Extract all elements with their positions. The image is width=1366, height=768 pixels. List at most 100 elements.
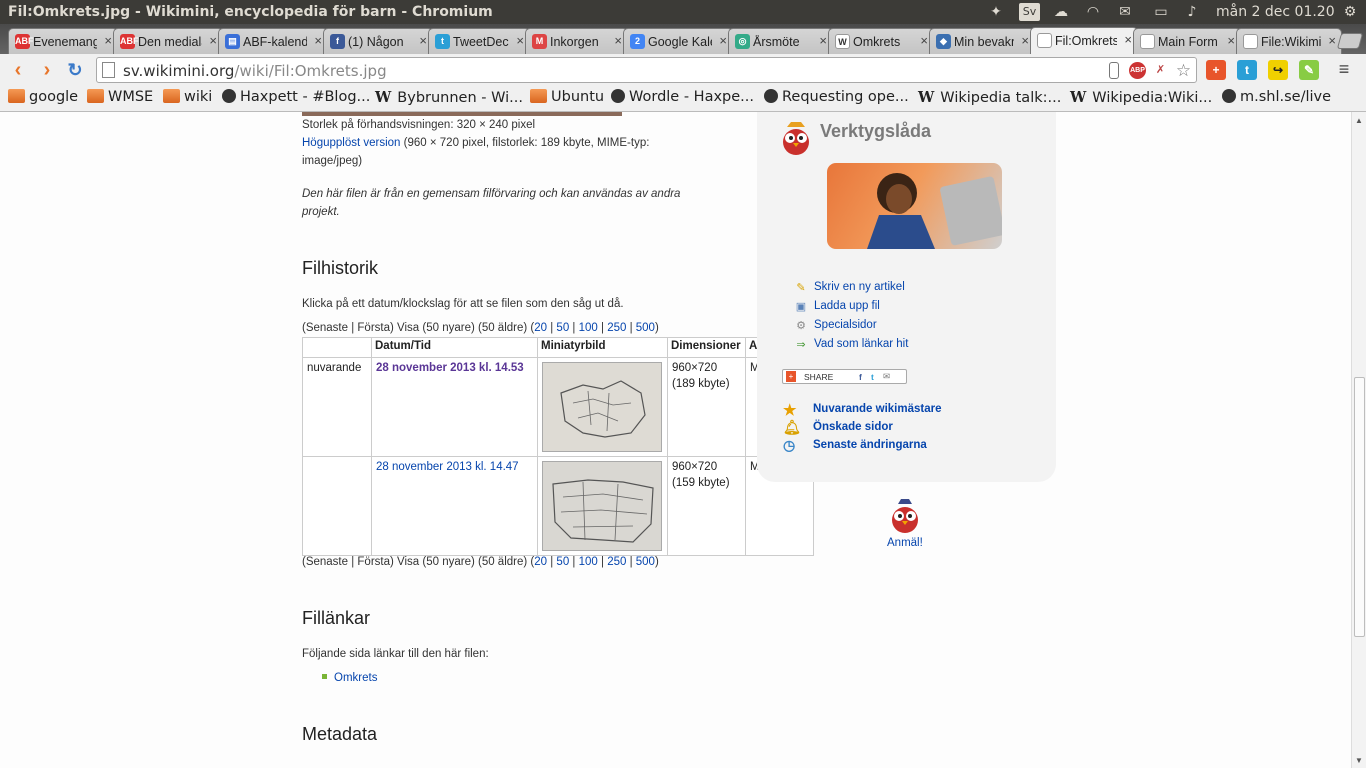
tab-8[interactable]: ◎ Årsmöte × — [728, 28, 833, 54]
share-button[interactable]: + SHARE f t ✉ — [782, 369, 907, 384]
bookmark-11[interactable]: m.shl.se/live — [1222, 89, 1331, 109]
menu-icon[interactable]: ≡ — [1333, 58, 1355, 80]
new-tab-button[interactable] — [1336, 33, 1364, 49]
pager-separator: | — [569, 322, 579, 334]
report-link-text[interactable]: Anmäl! — [887, 537, 923, 549]
url-text[interactable]: sv.wikimini.org/wiki/Fil:Omkrets.jpg — [123, 62, 387, 80]
history-date-link[interactable]: 28 november 2013 kl. 14.47 — [376, 461, 519, 473]
bookmark-star-icon[interactable]: ☆ — [1175, 62, 1192, 79]
recent-changes-link[interactable]: Senaste ändringarna — [813, 439, 927, 451]
tab-7[interactable]: 2Google Kalender × — [623, 28, 733, 54]
pager-option-20[interactable]: 20 — [534, 556, 547, 568]
keyboard-layout-indicator[interactable]: Sv — [1019, 3, 1040, 21]
tab-12[interactable]: Main Form × — [1133, 28, 1241, 54]
tab-2[interactable]: ABF Den mediala × — [113, 28, 223, 54]
bookmark-4[interactable]: Haxpett - #Blog... — [222, 89, 370, 109]
report-link[interactable]: Anmäl! — [887, 537, 923, 549]
tab-close-icon[interactable]: × — [1227, 33, 1235, 48]
clock[interactable]: mån 2 dec 01.20 — [1216, 4, 1335, 20]
tab-11[interactable]: Fil:Omkrets × — [1030, 27, 1138, 54]
tab-close-icon[interactable]: × — [614, 33, 622, 48]
preview-size-text: Storlek på förhandsvisningen: 320 × 240 … — [302, 119, 536, 131]
tab-close-icon[interactable]: × — [1021, 33, 1029, 48]
tab-5[interactable]: t TweetDeck × — [428, 28, 530, 54]
evernote-extension-icon[interactable]: ✎ — [1299, 60, 1319, 80]
bookmark-label: Ubuntu — [551, 89, 605, 105]
hires-mime: image/jpeg) — [302, 155, 363, 167]
bookmark-9[interactable]: W Wikipedia talk:... — [918, 89, 1061, 109]
tab-close-icon[interactable]: × — [419, 33, 427, 48]
bookmark-2[interactable]: WMSE — [87, 89, 153, 109]
bookmark-8[interactable]: Requesting ope... — [764, 89, 909, 109]
report-owl-icon[interactable] — [888, 498, 922, 534]
tab-close-icon[interactable]: × — [516, 33, 524, 48]
bookmark-1[interactable]: google — [8, 89, 78, 109]
tab-close-icon[interactable]: × — [104, 33, 112, 48]
bookmark-3[interactable]: wiki — [163, 89, 212, 109]
tweetdeck-extension-icon[interactable]: t — [1237, 60, 1257, 80]
dropbox-icon[interactable]: ✦ — [987, 3, 1005, 21]
back-icon[interactable]: ‹ — [7, 59, 29, 81]
wanted-pages-link[interactable]: Önskade sidor — [813, 421, 893, 433]
tab-close-icon[interactable]: × — [1124, 32, 1132, 47]
file-link-omkrets[interactable]: Omkrets — [334, 672, 377, 684]
window-title: Fil:Omkrets.jpg - Wikimini, encyclopedia… — [8, 4, 493, 20]
toolbox-link: ⚙ Specialsidor — [796, 319, 877, 332]
pager-option-100[interactable]: 100 — [579, 556, 598, 568]
pager-option-50[interactable]: 50 — [556, 322, 569, 334]
tab-13[interactable]: File:Wikimini × — [1236, 28, 1342, 54]
bookmark-7[interactable]: Wordle - Haxpe... — [611, 89, 754, 109]
upload-file-link[interactable]: Ladda upp fil — [814, 300, 880, 312]
history-date-link[interactable]: 28 november 2013 kl. 14.53 — [376, 362, 524, 374]
cloud-icon[interactable]: ☁ — [1052, 3, 1070, 21]
bookmark-5[interactable]: W Bybrunnen - Wi... — [375, 89, 523, 109]
pager-option-20[interactable]: 20 — [534, 322, 547, 334]
tab-close-icon[interactable]: × — [209, 33, 217, 48]
forward-icon[interactable]: › — [36, 59, 58, 81]
pager-option-500[interactable]: 500 — [636, 556, 655, 568]
thumbnail-image[interactable] — [542, 362, 662, 452]
address-bar[interactable]: sv.wikimini.org/wiki/Fil:Omkrets.jpg ABP… — [96, 57, 1197, 83]
reload-icon[interactable]: ↻ — [64, 59, 86, 81]
tab-close-icon[interactable]: × — [819, 33, 827, 48]
pager-option-100[interactable]: 100 — [579, 322, 598, 334]
tab-4[interactable]: f (1) Någon × — [323, 28, 433, 54]
mail-icon[interactable]: ✉ — [1116, 3, 1134, 21]
tab-close-icon[interactable]: × — [719, 33, 727, 48]
pager-option-250[interactable]: 250 — [607, 556, 626, 568]
tab-3[interactable]: ▤ABF-kalender × — [218, 28, 328, 54]
tab-10[interactable]: ◆Min bevakning × — [929, 28, 1035, 54]
tab-close-icon[interactable]: × — [920, 33, 928, 48]
bookmark-10[interactable]: W Wikipedia:Wiki... — [1070, 89, 1212, 109]
scroll-up-icon[interactable]: ▲ — [1355, 116, 1363, 125]
scroll-thumb[interactable] — [1354, 377, 1365, 637]
tab-close-icon[interactable]: × — [314, 33, 322, 48]
wifi-icon[interactable]: ◠ — [1084, 3, 1102, 21]
tab-9[interactable]: W Omkrets × — [828, 28, 934, 54]
wikimaster-link[interactable]: Nuvarande wikimästare — [813, 403, 941, 415]
url-host: sv.wikimini.org — [123, 62, 235, 80]
signin-extension-icon[interactable]: ↪ — [1268, 60, 1288, 80]
column-header: Miniatyrbild — [537, 337, 668, 358]
plus-extension-icon[interactable]: + — [1206, 60, 1226, 80]
scroll-down-icon[interactable]: ▼ — [1355, 756, 1363, 765]
pager-option-500[interactable]: 500 — [636, 322, 655, 334]
volume-icon[interactable]: ♪ — [1183, 3, 1201, 21]
tab-close-icon[interactable]: × — [1328, 33, 1336, 48]
thumbnail-image[interactable] — [542, 461, 662, 551]
pager-option-250[interactable]: 250 — [607, 322, 626, 334]
tab-1[interactable]: ABF Evenemang × — [8, 28, 118, 54]
battery-icon[interactable]: ▭ — [1150, 3, 1172, 21]
cookie-block-icon[interactable]: ✗ — [1152, 62, 1169, 79]
page-action-icon[interactable] — [1109, 62, 1119, 79]
settings-gear-icon[interactable]: ⚙ — [1341, 3, 1359, 21]
bookmark-6[interactable]: Ubuntu — [530, 89, 604, 109]
pager-option-50[interactable]: 50 — [556, 556, 569, 568]
special-pages-link[interactable]: Specialsidor — [814, 319, 877, 331]
adblock-icon[interactable]: ABP — [1129, 62, 1146, 79]
vertical-scrollbar[interactable]: ▲ ▼ — [1351, 112, 1366, 768]
tab-6[interactable]: M Inkorgen × — [525, 28, 628, 54]
write-article-link[interactable]: Skriv en ny artikel — [814, 281, 905, 293]
what-links-here-link[interactable]: Vad som länkar hit — [814, 338, 908, 350]
hires-link[interactable]: Högupplöst version — [302, 137, 400, 149]
